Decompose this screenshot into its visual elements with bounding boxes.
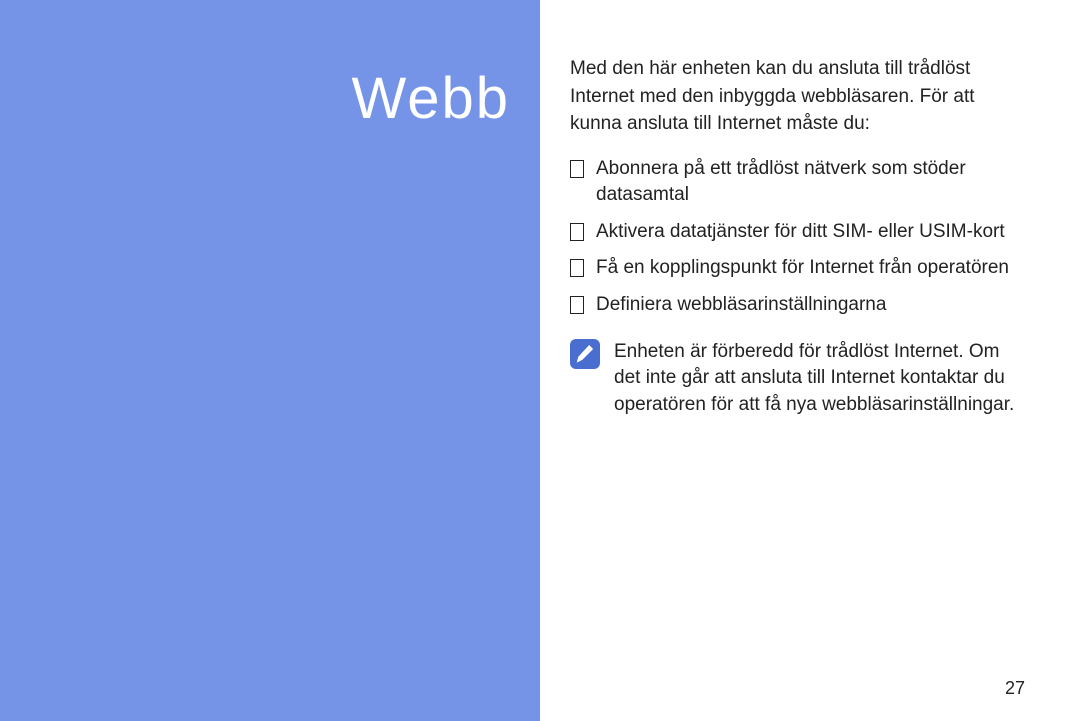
intro-paragraph: Med den här enheten kan du ansluta till … — [570, 55, 1030, 138]
bullet-marker-icon — [570, 296, 584, 314]
list-item: Abonnera på ett trådlöst nätverk som stö… — [570, 156, 1030, 209]
list-item: Aktivera datatjänster för ditt SIM- elle… — [570, 219, 1030, 246]
list-item: Definiera webbläsarinställningarna — [570, 292, 1030, 319]
sidebar-title: Webb — [352, 65, 510, 132]
page-number: 27 — [1005, 678, 1025, 699]
bullet-marker-icon — [570, 259, 584, 277]
bullet-text: Aktivera datatjänster för ditt SIM- elle… — [596, 219, 1030, 246]
note-icon — [570, 339, 600, 369]
bullet-text: Abonnera på ett trådlöst nätverk som stö… — [596, 156, 1030, 209]
list-item: Få en kopplingspunkt för Internet från o… — [570, 255, 1030, 282]
bullet-list: Abonnera på ett trådlöst nätverk som stö… — [570, 156, 1030, 319]
page: Webb Med den här enheten kan du ansluta … — [0, 0, 1080, 721]
bullet-marker-icon — [570, 223, 584, 241]
sidebar: Webb — [0, 0, 540, 721]
note-text: Enheten är förberedd för trådlöst Intern… — [614, 339, 1030, 419]
bullet-marker-icon — [570, 160, 584, 178]
bullet-text: Få en kopplingspunkt för Internet från o… — [596, 255, 1030, 282]
content-area: Med den här enheten kan du ansluta till … — [540, 0, 1080, 721]
note-box: Enheten är förberedd för trådlöst Intern… — [570, 339, 1030, 419]
bullet-text: Definiera webbläsarinställningarna — [596, 292, 1030, 319]
